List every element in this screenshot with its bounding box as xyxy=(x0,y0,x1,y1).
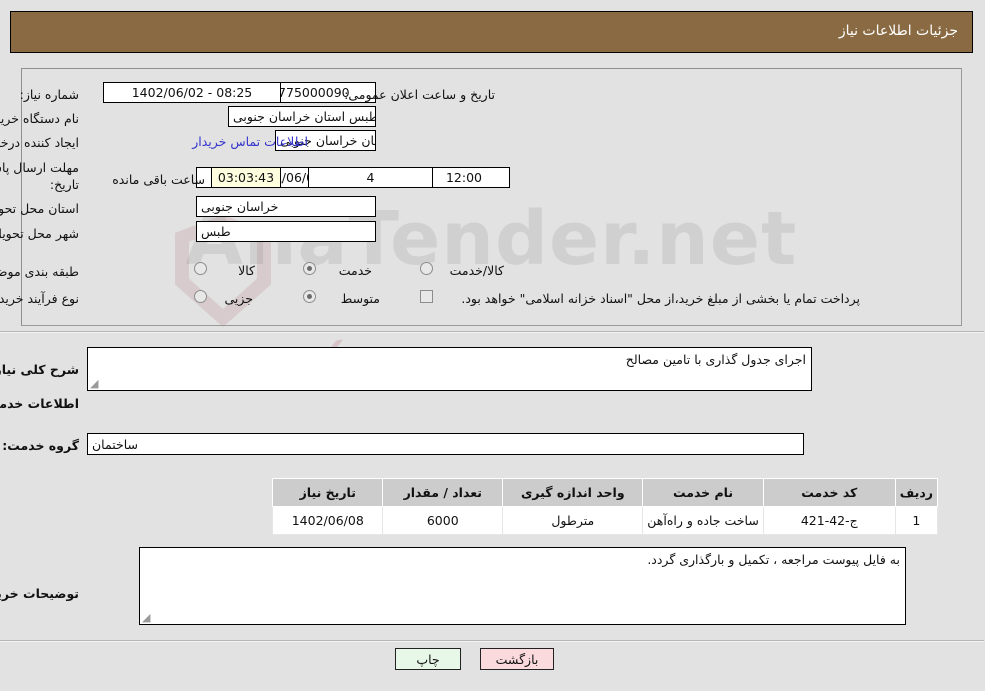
category-option-khedmat: خدمت xyxy=(339,263,373,278)
request-creator-label: ایجاد کننده درخواست: xyxy=(0,135,80,150)
td-quantity: 6000 xyxy=(383,506,505,535)
category-option-kala-khedmat: کالا/خدمت xyxy=(450,263,505,278)
th-unit: واحد اندازه گیری xyxy=(503,478,645,507)
purchase-type-radio-jozi[interactable] xyxy=(195,290,208,303)
page-title: جزئیات اطلاعات نیاز xyxy=(839,23,959,39)
print-button[interactable]: چاپ xyxy=(396,648,462,670)
service-group-value: ساختمان xyxy=(88,433,805,455)
deadline-label-line2: تاریخ: xyxy=(50,177,80,192)
purchase-type-option-motevaset: متوسط xyxy=(341,291,381,306)
delivery-province-label: استان محل تحویل: xyxy=(0,201,80,216)
td-date: 1402/06/08 xyxy=(273,506,385,535)
need-info-panel xyxy=(22,68,963,326)
purchase-type-option-jozi: جزیی xyxy=(225,291,254,306)
th-name: نام خدمت xyxy=(643,478,765,507)
th-quantity: تعداد / مقدار xyxy=(383,478,505,507)
treasury-note-text: پرداخت تمام یا بخشی از مبلغ خرید،از محل … xyxy=(462,291,861,306)
service-group-label: گروه خدمت: xyxy=(3,438,80,453)
th-code: کد خدمت xyxy=(763,478,897,507)
page-root: ✓ AnaTender.net جزئیات اطلاعات نیاز شمار… xyxy=(0,0,985,691)
purchase-type-label: نوع فرآیند خرید : xyxy=(0,291,80,306)
td-row: 1 xyxy=(895,506,940,535)
buyer-contact-link[interactable]: اطلاعات تماس خریدار xyxy=(193,134,309,149)
buyer-org-value: شهرداری طبس استان خراسان جنوبی xyxy=(229,106,377,127)
category-option-kala: کالا xyxy=(239,263,256,278)
deadline-label-line1: مهلت ارسال پاسخ: تا xyxy=(0,160,80,175)
delivery-city-label: شهر محل تحویل: xyxy=(0,226,80,241)
services-section-heading: اطلاعات خدمات مورد نیاز xyxy=(0,396,80,411)
resize-handle-icon-2[interactable]: ◢ xyxy=(143,612,153,623)
th-date: تاریخ نیاز xyxy=(273,478,385,507)
description-value: اجرای جدول گذاری با تامین مصالح xyxy=(626,352,807,367)
th-row: ردیف xyxy=(895,478,940,507)
buyer-notes-value: به فایل پیوست مراجعه ، تکمیل و بارگذاری … xyxy=(648,552,901,567)
resize-handle-icon[interactable]: ◢ xyxy=(91,378,101,389)
table-row: 1 ج-42-421 ساخت جاده و راه‌آهن مترطول 60… xyxy=(273,506,940,535)
deadline-countdown-value: 03:03:43 xyxy=(212,167,282,188)
category-radio-khedmat[interactable] xyxy=(304,262,317,275)
deadline-days-value: 4 xyxy=(309,167,434,188)
td-name: ساخت جاده و راه‌آهن xyxy=(643,506,765,535)
category-radio-kala[interactable] xyxy=(195,262,208,275)
delivery-city-value: طبس xyxy=(197,221,377,242)
description-label: شرح کلی نیاز: xyxy=(0,362,80,377)
back-button[interactable]: بازگشت xyxy=(481,648,555,670)
td-unit: مترطول xyxy=(503,506,645,535)
window-titlebar: جزئیات اطلاعات نیاز xyxy=(11,11,974,53)
buyer-org-label: نام دستگاه خریدار: xyxy=(0,111,80,126)
td-code: ج-42-421 xyxy=(763,506,897,535)
section-divider-1 xyxy=(0,331,985,333)
services-table: ردیف کد خدمت نام خدمت واحد اندازه گیری ت… xyxy=(273,478,940,535)
buyer-notes-label: توضیحات خریدار: xyxy=(0,586,80,601)
treasury-note-checkbox[interactable] xyxy=(421,290,434,303)
buyer-notes-textarea[interactable]: به فایل پیوست مراجعه ، تکمیل و بارگذاری … xyxy=(140,547,907,625)
announce-datetime-label: تاریخ و ساعت اعلان عمومی: xyxy=(345,87,496,102)
delivery-province-value: خراسان جنوبی xyxy=(197,196,377,217)
description-textarea[interactable]: اجرای جدول گذاری با تامین مصالح ◢ xyxy=(88,347,813,391)
table-header-row: ردیف کد خدمت نام خدمت واحد اندازه گیری ت… xyxy=(273,478,940,507)
announce-datetime-value: 1402/06/02 - 08:25 xyxy=(104,82,282,103)
category-label: طبقه بندی موضوعی: xyxy=(0,264,80,279)
need-number-label: شماره نیاز: xyxy=(20,87,80,102)
category-radio-kala-khedmat[interactable] xyxy=(421,262,434,275)
purchase-type-radio-motevaset[interactable] xyxy=(304,290,317,303)
deadline-countdown-label: ساعت باقی مانده xyxy=(113,172,206,187)
section-divider-2 xyxy=(0,640,985,642)
